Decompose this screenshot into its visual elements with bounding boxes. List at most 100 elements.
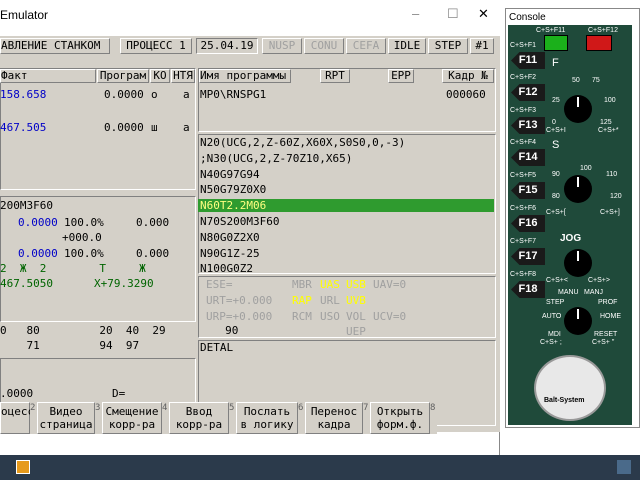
mode-manj: MANJ	[584, 289, 604, 296]
brand-dial[interactable]	[534, 355, 606, 421]
mode-label: АВЛЕНИЕ СТАНКОМ	[0, 38, 110, 54]
uav-field: UAV=0	[373, 278, 407, 291]
offset-numbers-row2: 71 94 97	[0, 339, 140, 352]
feed-header: 200M3F60	[0, 199, 53, 212]
program-header: Програм	[97, 69, 149, 83]
jog-plus-label: C+S+>	[588, 277, 610, 284]
jog-minus-label: C+S+<	[546, 277, 568, 284]
fkey-number: 3	[95, 402, 102, 434]
feed-value-1: 0.0000	[18, 216, 58, 229]
start-button[interactable]	[544, 35, 568, 51]
fkey-send-to-logic[interactable]: Послать в логику	[236, 402, 298, 434]
fkey-process[interactable]: оцесс	[0, 402, 34, 434]
idle-indicator: IDLE	[388, 38, 426, 54]
feed-dial-label: F	[552, 57, 559, 69]
channel-indicator: #1	[470, 38, 494, 54]
uas-flag: UAS	[320, 278, 340, 291]
code-line[interactable]: N40G97G94	[200, 169, 260, 181]
fkey-number: 5	[229, 402, 236, 434]
f12-key[interactable]: F12	[511, 84, 545, 101]
f16-key[interactable]: F16	[511, 215, 545, 232]
fkey-open-form[interactable]: Открыть форм.ф.	[370, 402, 430, 434]
offset-numbers-row1: 0 80 20 40 29 90	[0, 324, 239, 337]
ese-field: ESE=	[206, 278, 233, 291]
feed-actual-1: 0.000	[136, 216, 170, 229]
code-line[interactable]: N70S200M3F60	[200, 216, 279, 228]
f15-key[interactable]: F15	[511, 182, 545, 199]
mbr-flag: MBR	[292, 278, 312, 291]
cefa-indicator: CEFA	[346, 38, 386, 54]
epp-header: EPP	[388, 69, 414, 83]
fkey-transfer-frame[interactable]: Перенос кадра	[305, 402, 363, 434]
coord1-fact: 158.658	[0, 88, 47, 101]
fkey-video-page[interactable]: Видео страница	[37, 402, 95, 434]
code-line-current[interactable]: N60T2.2M06	[200, 200, 266, 212]
feed-percent-1: 100.0%	[64, 216, 104, 229]
f18-key[interactable]: F18	[511, 281, 545, 298]
dial-tick: 110	[606, 171, 618, 178]
uvb-flag: UVB	[346, 294, 366, 307]
taskbar-tray-icon[interactable]	[617, 460, 631, 474]
minimize-button[interactable]: –	[412, 6, 419, 21]
mod-label: C+S+F7	[510, 238, 537, 245]
dial-key-label: C+S+I	[546, 127, 566, 134]
mdi-key-label: C+S+ ;	[540, 339, 562, 346]
code-line[interactable]: N100G0Z2	[200, 263, 253, 275]
emulator-window: Emulator – ☐ ✕ АВЛЕНИЕ СТАНКОМ ПРОЦЕСС 1…	[0, 0, 500, 455]
ucv-field: UCV=0	[373, 310, 407, 323]
maximize-button[interactable]: ☐	[447, 6, 459, 22]
brand-label: Balt-System	[544, 397, 585, 404]
mod-label: C+S+F2	[510, 74, 537, 81]
mode-reset: RESET	[594, 331, 618, 338]
coord2-ko: ш	[151, 121, 158, 134]
cnc-content: АВЛЕНИЕ СТАНКОМ ПРОЦЕСС 1 25.04.19 NUSP …	[0, 36, 500, 432]
console-panel: C+S+F11 C+S+F12 C+S+F1 F11 C+S+F2 F12 C+…	[508, 25, 632, 425]
spindle-override-knob[interactable]	[564, 175, 592, 203]
code-line[interactable]: N90G1Z-25	[200, 248, 260, 260]
feed-offset: +000.0	[62, 231, 102, 244]
fkey-input-corrector[interactable]: Ввод корр-ра	[169, 402, 229, 434]
dial-tick: 50	[572, 77, 580, 84]
mode-home: HOME	[600, 313, 621, 320]
uso-flag: USO	[320, 310, 340, 323]
dial-key-label: C+S+[	[546, 209, 566, 216]
mod-label: C+S+F1	[510, 42, 537, 49]
fkey-number: 2	[30, 402, 37, 434]
close-button[interactable]: ✕	[478, 6, 489, 22]
f13-key[interactable]: F13	[511, 117, 545, 134]
fkey-offset-corrector[interactable]: Смещение корр-ра	[102, 402, 162, 434]
fkey-number: 8	[430, 402, 437, 434]
f14-key[interactable]: F14	[511, 149, 545, 166]
position-value: 467.5050	[0, 277, 53, 290]
console-title: Console	[509, 12, 546, 23]
stop-button[interactable]	[586, 35, 612, 51]
feed-actual-2: 0.000	[136, 247, 170, 260]
coord2-fact: 467.505	[0, 121, 47, 134]
mod-label: C+S+F6	[510, 205, 537, 212]
mode-auto: AUTO	[542, 313, 562, 320]
mod-label: C+S+F8	[510, 271, 537, 278]
dial-tick: 75	[592, 77, 600, 84]
code-line[interactable]: N20(UCG,2,Z-60Z,X60X,S0S0,0,-3)	[200, 137, 405, 149]
dial-key-label: C+S+*	[598, 127, 619, 134]
feed-percent-2: 100.0%	[64, 247, 104, 260]
code-line[interactable]: N50G79Z0X0	[200, 184, 266, 196]
tool-row: 2 Ж 2 T Ж	[0, 262, 146, 275]
mode-selector-knob[interactable]	[564, 307, 592, 335]
ko-header: КО	[150, 69, 170, 83]
x-position-value: X+79.3290	[94, 277, 154, 290]
f17-key[interactable]: F17	[511, 248, 545, 265]
conu-indicator: CONU	[304, 38, 344, 54]
mod-label: C+S+F5	[510, 172, 537, 179]
jog-knob[interactable]	[564, 249, 592, 277]
code-line[interactable]: N80G0Z2X0	[200, 232, 260, 244]
feed-override-knob[interactable]	[564, 95, 592, 123]
cs11-label: C+S+F11	[536, 27, 566, 34]
uep-flag: UEP	[346, 325, 366, 338]
dial-tick: 25	[552, 97, 560, 104]
f11-key[interactable]: F11	[511, 52, 545, 69]
coord1-ko: о	[151, 88, 158, 101]
code-line[interactable]: ;N30(UCG,2,Z-70Z10,X65)	[200, 153, 352, 165]
dial-tick: 0	[552, 119, 556, 126]
taskbar-app-icon[interactable]	[16, 460, 30, 474]
